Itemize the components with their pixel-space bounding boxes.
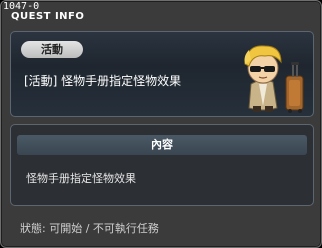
quest-info-window: 1047-0 QUEST INFO 活動 [活動] 怪物手册指定怪物效果 內容 … bbox=[0, 0, 322, 248]
content-text: 怪物手册指定怪物效果 bbox=[26, 172, 136, 185]
content-header: 內容 bbox=[17, 135, 307, 155]
quest-category-badge: 活動 bbox=[21, 41, 83, 58]
quest-status: 狀態: 可開始 / 不可執行任務 bbox=[20, 222, 159, 235]
quest-header-panel: 活動 [活動] 怪物手册指定怪物效果 bbox=[10, 31, 314, 117]
window-title: QUEST INFO bbox=[11, 11, 85, 22]
npc-traveler-icon bbox=[244, 45, 304, 113]
quest-content-panel: 內容 怪物手册指定怪物效果 bbox=[10, 124, 314, 206]
quest-name: [活動] 怪物手册指定怪物效果 bbox=[24, 74, 182, 88]
